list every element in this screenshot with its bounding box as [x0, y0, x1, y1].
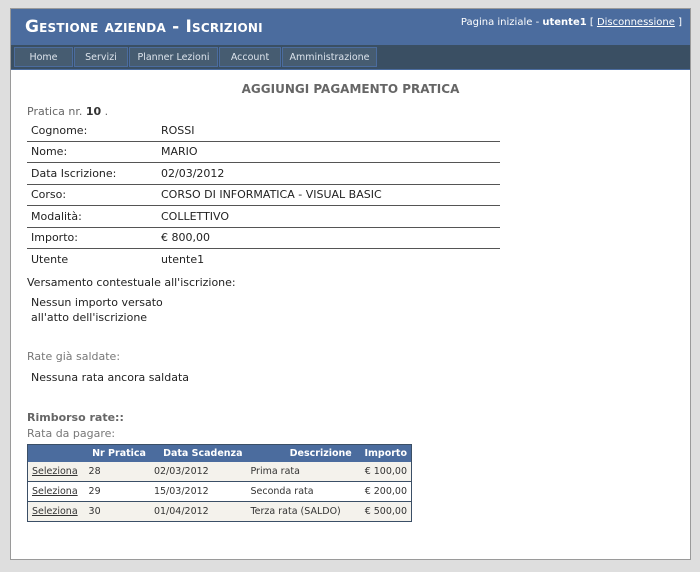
grid-header-importo: Importo — [355, 444, 412, 462]
app-title-separator: - — [165, 17, 186, 37]
detail-value: COLLETTIVO — [157, 205, 500, 228]
grid-cell-nr: 29 — [84, 481, 150, 502]
detail-row-modalita: Modalità: COLLETTIVO — [27, 205, 500, 228]
pratica-number: 10 — [85, 105, 102, 118]
grid-cell-nr: 28 — [84, 462, 150, 482]
grid-cell-action: Seleziona — [27, 501, 85, 522]
page-container: Gestione azienda - Iscrizioni Pagina ini… — [10, 8, 691, 560]
nessuna-rata-text: Nessuna rata ancora saldata — [31, 371, 190, 384]
detail-label: Corso: — [27, 184, 157, 206]
grid-cell-importo: € 200,00 — [355, 481, 412, 502]
grid-cell-nr: 30 — [84, 501, 150, 522]
seleziona-link[interactable]: Seleziona — [32, 466, 78, 477]
detail-row-importo: Importo: € 800,00 — [27, 227, 500, 249]
table-row: Seleziona 30 01/04/2012 Terza rata (SALD… — [27, 501, 412, 522]
detail-row-data-iscrizione: Data Iscrizione: 02/03/2012 — [27, 162, 500, 185]
grid-cell-descrizione: Prima rata — [246, 462, 356, 482]
menu-bar: Home Servizi Planner Lezioni Account Amm… — [14, 47, 378, 67]
detail-value: 02/03/2012 — [157, 162, 500, 185]
detail-value: utente1 — [161, 252, 205, 266]
detail-label: Utente — [31, 252, 69, 266]
menu-item-servizi[interactable]: Servizi — [74, 47, 128, 67]
login-display: Pagina iniziale - utente1 [ Disconnessio… — [461, 17, 682, 28]
pratica-number-line: Pratica nr. 10 . — [27, 105, 108, 118]
detail-label: Nome: — [27, 141, 157, 163]
bracket-open: [ — [586, 17, 597, 28]
rate-grid: Nr Pratica Data Scadenza Descrizione Imp… — [27, 444, 412, 522]
detail-label: Data Iscrizione: — [27, 162, 157, 185]
grid-cell-descrizione: Seconda rata — [246, 481, 356, 502]
grid-cell-descrizione: Terza rata (SALDO) — [246, 501, 356, 522]
menu-item-planner-lezioni[interactable]: Planner Lezioni — [129, 47, 218, 67]
detail-value: CORSO DI INFORMATICA - VISUAL BASIC — [157, 184, 500, 206]
username: utente1 — [542, 17, 587, 28]
detail-label: Cognome: — [27, 120, 157, 142]
grid-header-descrizione: Descrizione — [246, 444, 356, 462]
table-row: Seleziona 29 15/03/2012 Seconda rata € 2… — [27, 481, 412, 502]
grid-cell-scadenza: 15/03/2012 — [149, 481, 247, 502]
grid-cell-scadenza: 02/03/2012 — [149, 462, 247, 482]
seleziona-link[interactable]: Seleziona — [32, 506, 78, 517]
page-title: AGGIUNGI PAGAMENTO PRATICA — [241, 82, 460, 96]
grid-header-row: Nr Pratica Data Scadenza Descrizione Imp… — [27, 444, 412, 462]
main-menu: Home Servizi Planner Lezioni Account Amm… — [11, 45, 690, 70]
detail-label: Modalità: — [27, 205, 157, 228]
detail-value: MARIO — [157, 141, 500, 163]
grid-cell-action: Seleziona — [27, 481, 85, 502]
versamento-text: Nessun importo versato all'atto dell'isc… — [31, 296, 163, 324]
pratica-suffix: . — [104, 105, 109, 118]
detail-row-utente: Utente utente1 — [27, 249, 500, 270]
bracket-close: ] — [674, 17, 682, 28]
app-title: Gestione azienda - Iscrizioni — [25, 17, 263, 37]
grid-cell-action: Seleziona — [27, 462, 85, 482]
detail-row-cognome: Cognome: ROSSI — [27, 120, 500, 142]
grid-header-action — [27, 444, 85, 462]
grid-cell-importo: € 100,00 — [355, 462, 412, 482]
grid-cell-importo: € 500,00 — [355, 501, 412, 522]
main-content: AGGIUNGI PAGAMENTO PRATICA Pratica nr. 1… — [11, 70, 690, 559]
rimborso-rate-label: Rimborso rate:: — [27, 411, 124, 424]
grid-header-data-scadenza: Data Scadenza — [149, 444, 247, 462]
detail-value: € 800,00 — [157, 227, 500, 249]
menu-item-home[interactable]: Home — [14, 47, 73, 67]
menu-item-amministrazione[interactable]: Amministrazione — [282, 47, 377, 67]
site-header: Gestione azienda - Iscrizioni Pagina ini… — [11, 9, 690, 45]
rata-da-pagare-label: Rata da pagare: — [27, 427, 116, 440]
login-separator: - — [532, 17, 543, 28]
pratica-details-table: Cognome: ROSSI Nome: MARIO Data Iscrizio… — [27, 120, 500, 270]
pratica-prefix: Pratica nr. — [27, 105, 83, 118]
grid-cell-scadenza: 01/04/2012 — [149, 501, 247, 522]
detail-label: Importo: — [27, 227, 157, 249]
rate-saldate-label: Rate già saldate: — [27, 350, 121, 363]
detail-value: ROSSI — [157, 120, 500, 142]
app-title-part2: Iscrizioni — [185, 17, 263, 37]
seleziona-link[interactable]: Seleziona — [32, 486, 78, 497]
detail-row-corso: Corso: CORSO DI INFORMATICA - VISUAL BAS… — [27, 184, 500, 206]
logout-link[interactable]: Disconnessione — [597, 17, 675, 28]
home-link[interactable]: Pagina iniziale — [461, 17, 532, 28]
app-title-part1: Gestione azienda — [25, 17, 166, 37]
versamento-label: Versamento contestuale all'iscrizione: — [27, 276, 236, 289]
menu-item-account[interactable]: Account — [219, 47, 281, 67]
table-row: Seleziona 28 02/03/2012 Prima rata € 100… — [27, 462, 412, 482]
grid-header-nr-pratica: Nr Pratica — [84, 444, 150, 462]
detail-row-nome: Nome: MARIO — [27, 141, 500, 163]
